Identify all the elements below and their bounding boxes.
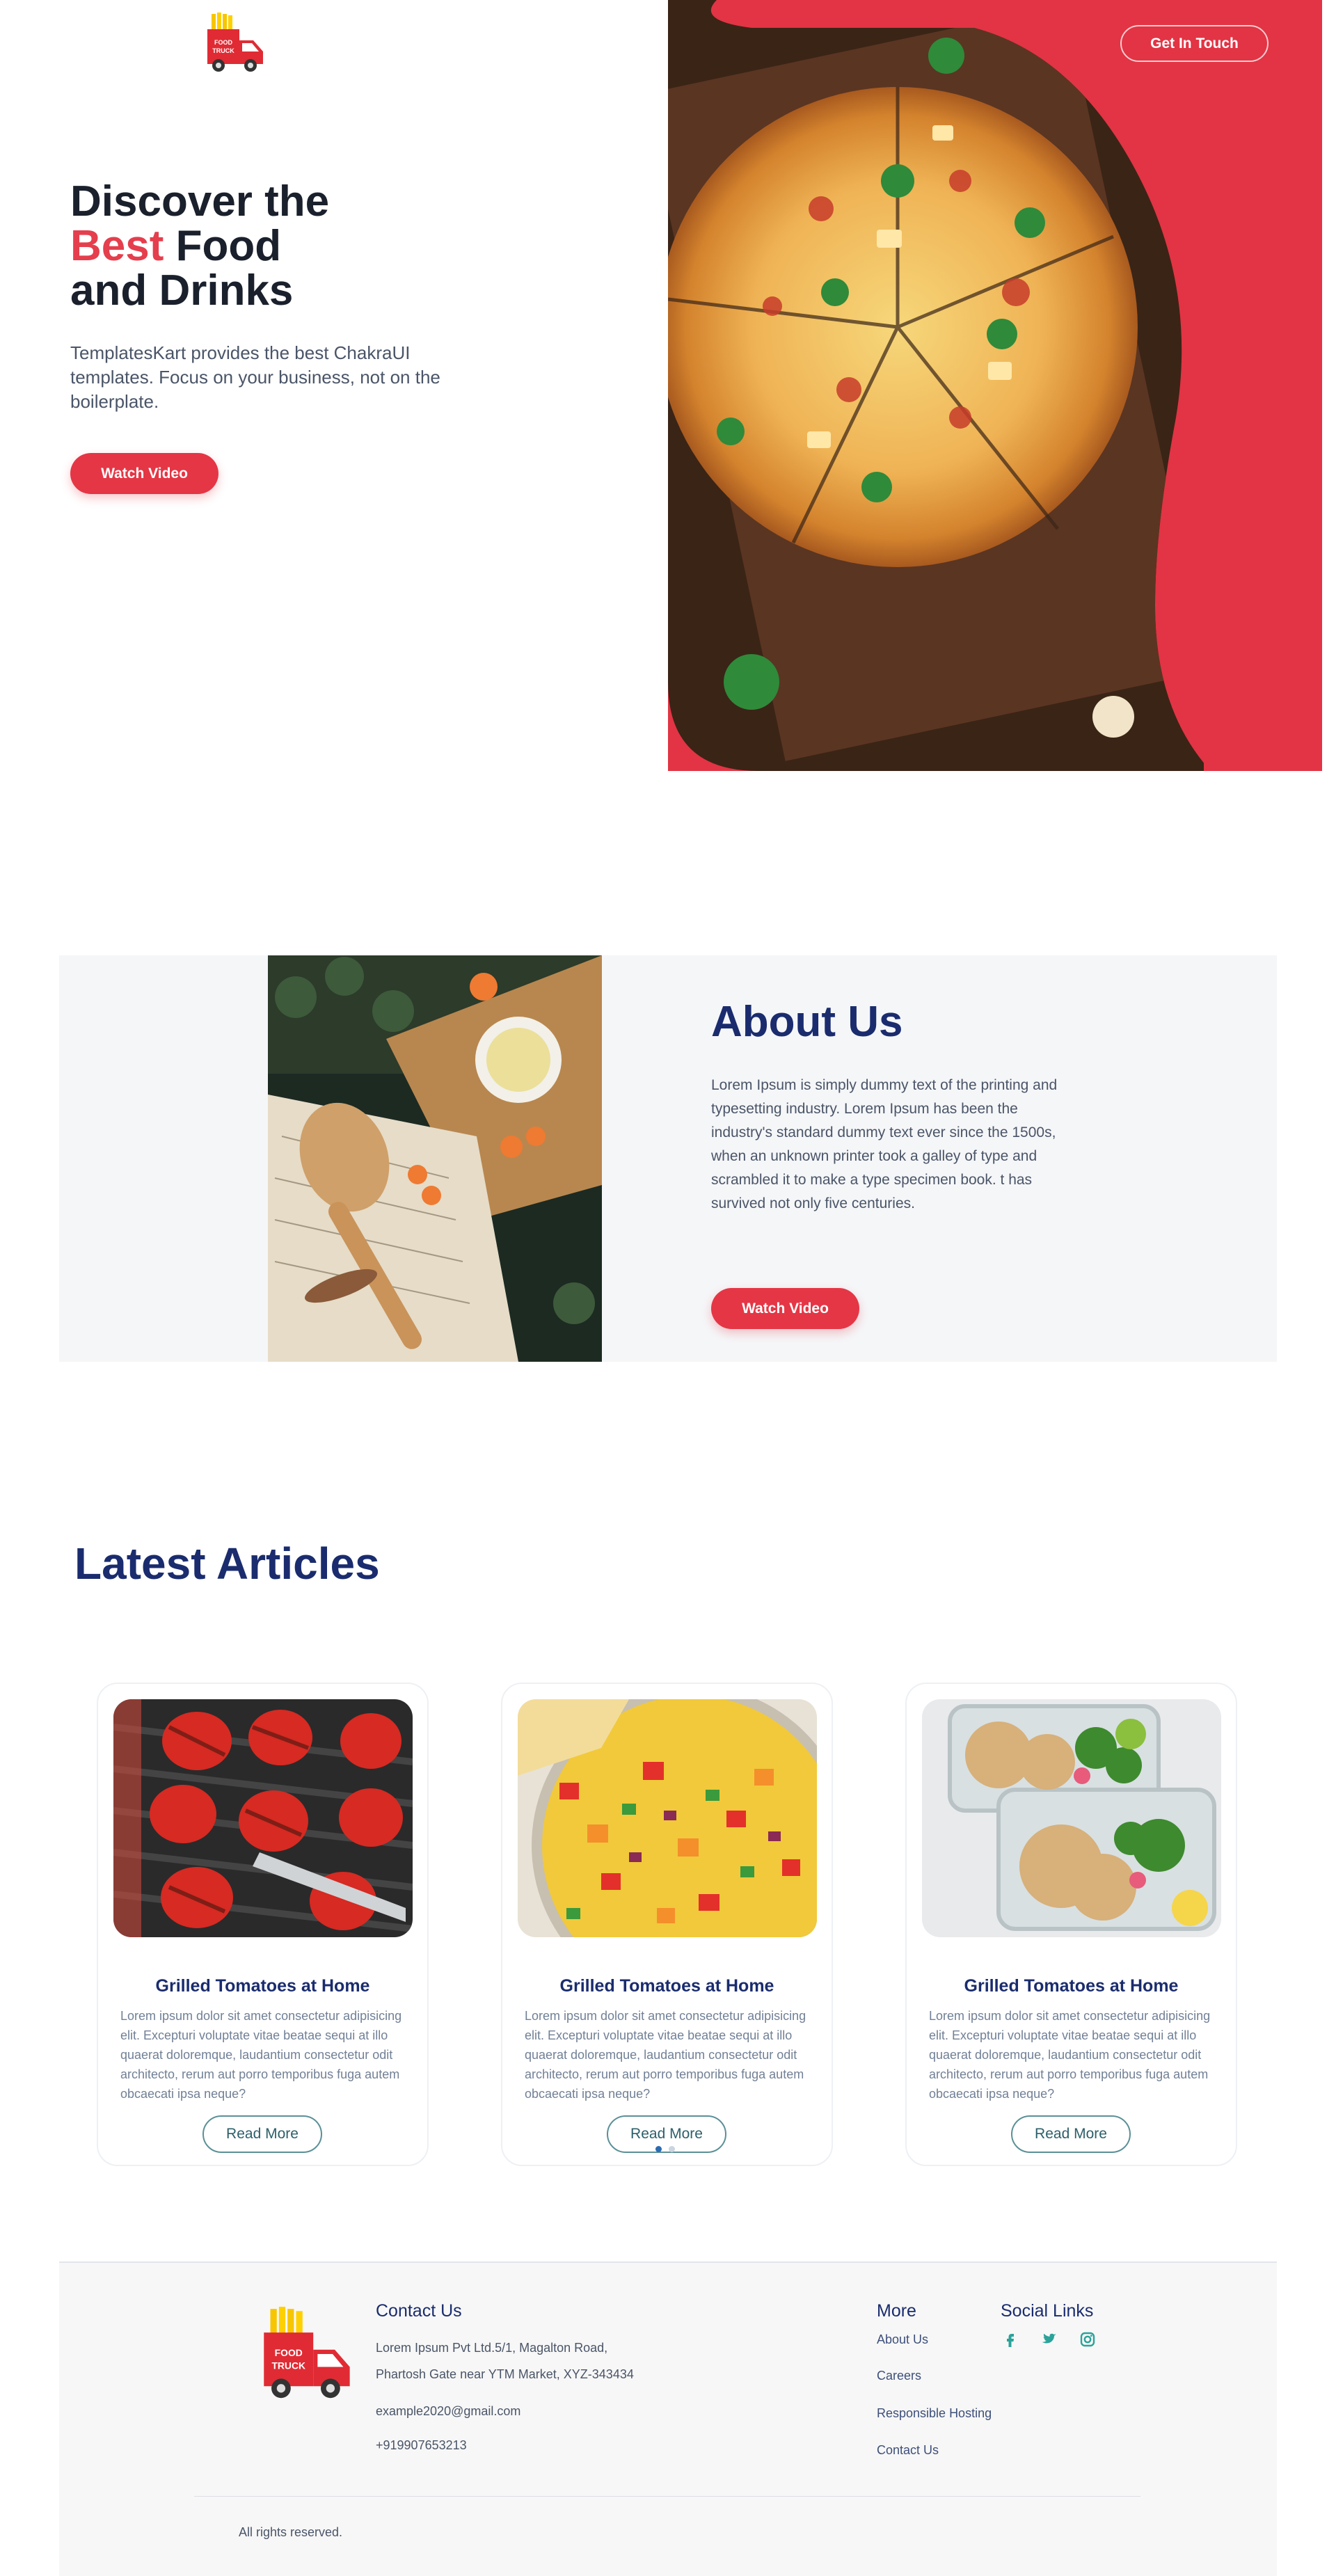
footer-food-truck-logo[interactable]: FOOD TRUCK bbox=[257, 2305, 358, 2406]
article-text: Lorem ipsum dolor sit amet consectetur a… bbox=[929, 2009, 1211, 2101]
article-title: Grilled Tomatoes at Home bbox=[559, 1976, 774, 1996]
article-image-meal-prep bbox=[922, 1699, 1221, 1937]
footer-link-careers[interactable]: Careers bbox=[877, 2369, 921, 2383]
article-text: Lorem ipsum dolor sit amet consectetur a… bbox=[120, 2009, 402, 2101]
footer-address-line1: Lorem Ipsum Pvt Ltd.5/1, Magalton Road, bbox=[376, 2341, 608, 2355]
footer-social-heading: Social Links bbox=[1001, 2301, 1094, 2321]
footer-link-responsible-hosting[interactable]: Responsible Hosting bbox=[877, 2406, 992, 2421]
footer-link-about-us[interactable]: About Us bbox=[877, 2332, 928, 2347]
logo-text-top: FOOD bbox=[214, 39, 232, 46]
article-image-salsa bbox=[518, 1699, 817, 1937]
twitter-icon[interactable] bbox=[1040, 2331, 1057, 2348]
hero-title: Discover the Best Food and Drinks bbox=[70, 180, 329, 313]
articles-title: Latest Articles bbox=[74, 1539, 380, 1589]
article-text: Lorem ipsum dolor sit amet consectetur a… bbox=[525, 2009, 806, 2101]
footer-more-heading: More bbox=[877, 2301, 916, 2321]
article-card: Grilled Tomatoes at Home Lorem ipsum dol… bbox=[501, 1683, 833, 2166]
hero-title-line2: Food bbox=[175, 222, 282, 270]
footer-email[interactable]: example2020@gmail.com bbox=[376, 2404, 520, 2419]
footer-phone[interactable]: +919907653213 bbox=[376, 2438, 467, 2453]
about-text: Lorem Ipsum is simply dummy text of the … bbox=[711, 1077, 1058, 1211]
carousel-dot-active[interactable] bbox=[655, 2146, 662, 2152]
facebook-icon[interactable] bbox=[1002, 2331, 1019, 2348]
about-section: About Us Lorem Ipsum is simply dummy tex… bbox=[59, 955, 1277, 1362]
instagram-icon[interactable] bbox=[1079, 2331, 1096, 2348]
carousel-dot[interactable] bbox=[669, 2146, 675, 2152]
footer-logo-text-top: FOOD bbox=[275, 2347, 303, 2358]
hero-title-accent: Best bbox=[70, 222, 164, 270]
hero-pizza-image bbox=[668, 0, 1204, 771]
article-card: Grilled Tomatoes at Home Lorem ipsum dol… bbox=[905, 1683, 1237, 2166]
logo-text-bottom: TRUCK bbox=[212, 47, 234, 54]
hero-title-line1: Discover the bbox=[70, 177, 330, 225]
get-in-touch-button[interactable]: Get In Touch bbox=[1120, 25, 1269, 62]
article-title: Grilled Tomatoes at Home bbox=[155, 1976, 370, 1996]
footer-rights: All rights reserved. bbox=[239, 2525, 343, 2539]
article-title: Grilled Tomatoes at Home bbox=[964, 1976, 1179, 1996]
footer-contact-heading: Contact Us bbox=[376, 2301, 462, 2321]
footer: FOOD TRUCK Contact Us Lorem Ipsum Pvt Lt… bbox=[59, 2261, 1277, 2576]
hero-title-line3: and Drinks bbox=[70, 267, 294, 315]
footer-logo-text-bottom: TRUCK bbox=[271, 2360, 305, 2371]
hero-description: TemplatesKart provides the best ChakraUI… bbox=[70, 342, 440, 412]
article-card: Grilled Tomatoes at Home Lorem ipsum dol… bbox=[97, 1683, 429, 2166]
footer-divider bbox=[194, 2496, 1140, 2497]
footer-address-line2: Phartosh Gate near YTM Market, XYZ-34343… bbox=[376, 2367, 634, 2381]
hero-watch-video-button[interactable]: Watch Video bbox=[70, 453, 218, 494]
article-image-tomatoes bbox=[113, 1699, 413, 1937]
food-truck-logo[interactable]: FOOD TRUCK bbox=[203, 11, 269, 77]
footer-link-contact-us[interactable]: Contact Us bbox=[877, 2443, 939, 2458]
about-image bbox=[268, 955, 602, 1362]
read-more-button[interactable]: Read More bbox=[202, 2115, 322, 2153]
read-more-button[interactable]: Read More bbox=[1011, 2115, 1131, 2153]
about-title: About Us bbox=[711, 998, 903, 1046]
about-watch-video-button[interactable]: Watch Video bbox=[711, 1288, 859, 1329]
carousel-dots bbox=[655, 2146, 675, 2152]
